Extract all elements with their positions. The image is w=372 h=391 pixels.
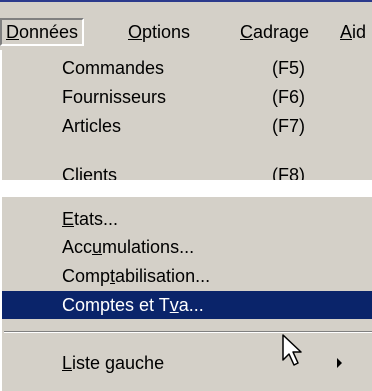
menu-item-label-post: iste gauche — [72, 353, 165, 373]
menu-item-label: Comptabilisation... — [62, 262, 210, 290]
menu-item-comptabilisation[interactable]: Comptabilisation... — [2, 262, 372, 290]
menu-item-label: Articles — [62, 116, 122, 136]
menu-options-label-key: O — [128, 22, 143, 42]
menu-item-fournisseurs[interactable]: Fournisseurs (F6) — [2, 83, 372, 111]
menu-item-etats[interactable]: Etats... — [2, 205, 372, 233]
menu-item-label-post: mulations... — [102, 237, 195, 257]
menu-item-liste-gauche[interactable]: Liste gauche — [2, 349, 372, 377]
menu-options[interactable]: Options — [124, 18, 194, 46]
menu-item-label-post: abilisation... — [115, 266, 211, 286]
menu-item-label-post: tats... — [74, 209, 119, 229]
menu-item-label: Comptes et Tva... — [62, 291, 204, 319]
menu-aide-label-post: id — [352, 22, 367, 42]
menu-cadrage-label-post: adrage — [253, 22, 310, 42]
menu-item-label: Clients — [62, 165, 118, 180]
menu-item-label-post: a... — [178, 295, 204, 315]
dropdown-top: Commandes (F5) Fournisseurs (F6) Article… — [0, 50, 372, 180]
mouse-cursor-icon — [282, 334, 302, 366]
menu-item-accumulations[interactable]: Accumulations... — [2, 233, 372, 261]
menu-aide[interactable]: Aid — [336, 18, 370, 46]
menu-item-label: Fournisseurs — [62, 87, 167, 107]
menu-donnees-label-post: onnées — [19, 22, 79, 42]
menu-cadrage[interactable]: Cadrage — [236, 18, 313, 46]
menu-item-label: Accumulations... — [62, 233, 194, 261]
menu-aide-label-key: A — [340, 22, 353, 42]
menu-item-label-pre: Comp — [62, 266, 111, 286]
menu-item-label-key: v — [169, 295, 179, 315]
menu-item-label: Commandes — [62, 58, 165, 78]
menu-item-label: Liste gauche — [62, 349, 164, 377]
dropdown-bottom: Etats... Accumulations... Comptabilisati… — [0, 195, 372, 391]
menu-item-label-pre: Comptes et T — [62, 295, 170, 315]
menu-item-label-key: E — [62, 209, 75, 229]
menu-item-commandes[interactable]: Commandes (F5) — [2, 54, 372, 82]
menu-item-shortcut: (F5) — [272, 58, 305, 78]
menu-item-label-key: L — [62, 353, 73, 373]
menu-bar: Données Options Cadrage Aid — [0, 0, 372, 50]
menu-item-label: Etats... — [62, 205, 118, 233]
menu-item-shortcut: (F8) — [272, 165, 305, 180]
menu-item-shortcut: (F7) — [272, 116, 305, 136]
menu-cadrage-label-key: C — [240, 22, 253, 42]
screen: Données Options Cadrage Aid Commandes (F… — [0, 0, 372, 391]
menu-item-comptes-et-tva[interactable]: Comptes et Tva... — [2, 291, 372, 319]
menu-item-label-key: u — [92, 237, 103, 257]
menu-item-articles[interactable]: Articles (F7) — [2, 112, 372, 140]
menu-donnees-label-key: D — [6, 22, 19, 42]
menu-options-label-post: ptions — [142, 22, 191, 42]
menu-separator — [4, 331, 372, 333]
menu-item-shortcut: (F6) — [272, 87, 305, 107]
menu-donnees[interactable]: Données — [0, 18, 85, 46]
menu-item-clients[interactable]: Clients (F8) — [2, 161, 372, 180]
chevron-right-icon — [337, 358, 342, 368]
menu-item-label-pre: Acc — [62, 237, 93, 257]
